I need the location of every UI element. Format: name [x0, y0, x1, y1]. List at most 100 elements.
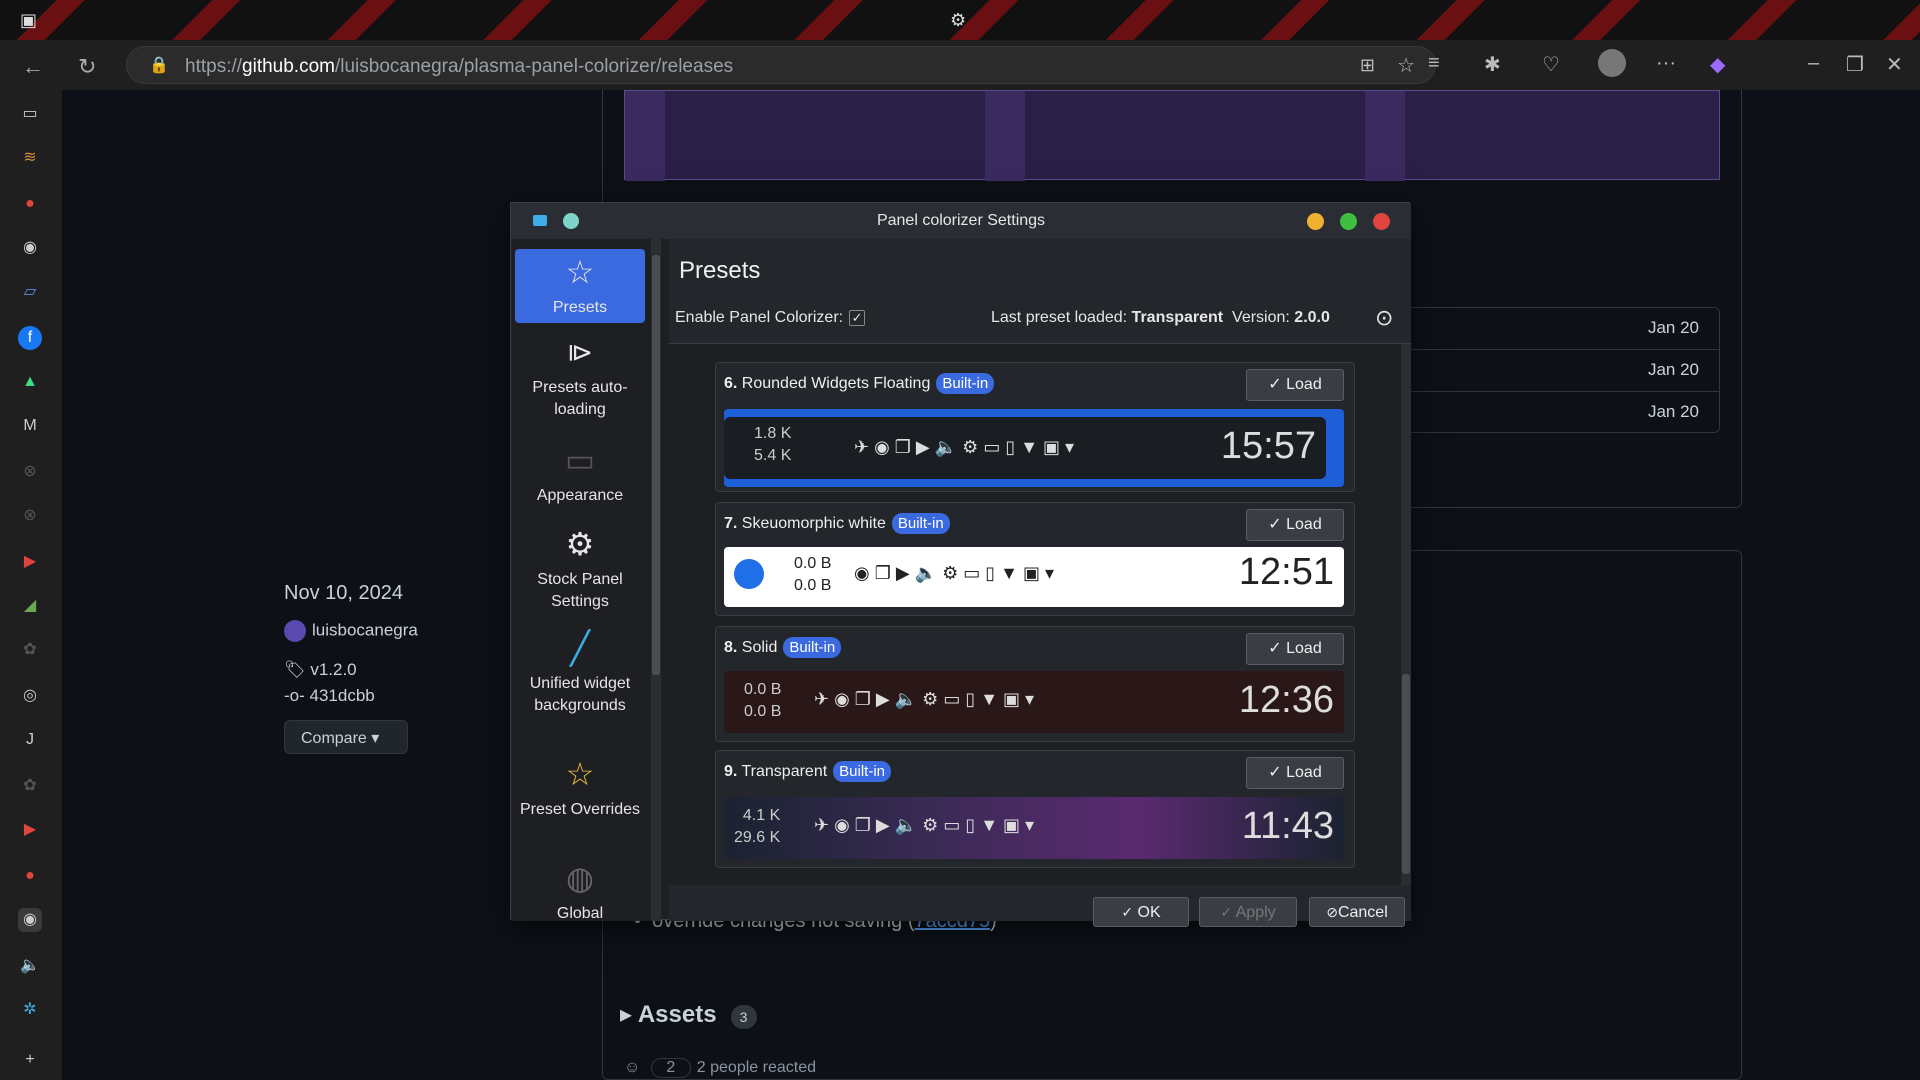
- gear-sidebar-icon-2[interactable]: ✿: [18, 774, 42, 798]
- check-icon: ✓: [1220, 904, 1233, 920]
- sidebar-scrollbar[interactable]: [651, 239, 661, 921]
- extensions-icon[interactable]: ✱: [1484, 52, 1501, 77]
- reddit-icon-2[interactable]: ●: [18, 864, 42, 888]
- j-icon[interactable]: J: [18, 728, 42, 752]
- youtube-icon-2[interactable]: ▶: [18, 818, 42, 842]
- settings-gear-icon[interactable]: ⚙: [950, 10, 966, 31]
- browser-sidebar: ▭ ≋ ● ◉ ▱ f ▲ M ⊗ ⊗ ▶ ◢ ✿ ◎ J ✿ ▶ ● ◉ 🔈 …: [0, 90, 62, 1080]
- close-window-icon[interactable]: ✕: [1886, 52, 1903, 77]
- load-button[interactable]: ✓ Load: [1246, 369, 1344, 401]
- load-button[interactable]: ✓ Load: [1246, 633, 1344, 665]
- reaction-pill[interactable]: 2: [650, 1058, 691, 1078]
- profile-avatar[interactable]: [1598, 49, 1626, 77]
- lock-icon: 🔒: [149, 57, 169, 74]
- cancel-button[interactable]: ⊘Cancel: [1309, 897, 1405, 927]
- release-author[interactable]: luisbocanegra: [284, 620, 418, 642]
- medium-icon[interactable]: M: [18, 414, 42, 438]
- appearance-icon: ▭: [564, 442, 596, 478]
- nav-presets-autoloading[interactable]: ⧐ Presets auto-loading: [515, 333, 645, 421]
- nav-stock-panel-settings[interactable]: ⚙ Stock Panel Settings: [515, 525, 645, 613]
- kde-icon[interactable]: ✲: [18, 998, 42, 1022]
- brush-icon: ╱: [570, 630, 590, 666]
- circle-icon[interactable]: ◎: [18, 684, 42, 708]
- stack-icon[interactable]: ≋: [18, 146, 42, 170]
- preset-card: 9. Transparent Built-in ✓ Load 4.1 K 29.6 …: [715, 750, 1355, 868]
- nav-presets[interactable]: ☆ Presets: [515, 249, 645, 323]
- dialog-title: Panel colorizer Settings: [876, 212, 1046, 229]
- flag-icon[interactable]: ▱: [18, 280, 42, 304]
- cancel-icon: ⊘: [1326, 904, 1338, 920]
- app-icon: [533, 215, 547, 226]
- minimize-window-icon[interactable]: –: [1808, 52, 1819, 75]
- speaker-icon[interactable]: 🔈: [18, 954, 42, 978]
- asset-date-list: Jan 20 Jan 20 Jan 20: [1378, 307, 1720, 433]
- load-button[interactable]: ✓ Load: [1246, 757, 1344, 789]
- reactions: ☺ 22 people reacted: [624, 1058, 816, 1078]
- heart-icon[interactable]: ♡: [1542, 52, 1560, 77]
- github-active-icon[interactable]: ◉: [18, 908, 42, 932]
- nav-appearance[interactable]: ▭ Appearance: [515, 441, 645, 507]
- last-preset-info: Last preset loaded: Transparent Version:…: [991, 309, 1330, 326]
- presets-scrollbar[interactable]: [1401, 344, 1411, 885]
- android-icon[interactable]: ▲: [18, 370, 42, 394]
- x-circle-icon-2[interactable]: ⊗: [18, 504, 42, 528]
- youtube-icon[interactable]: ▶: [18, 550, 42, 574]
- add-icon[interactable]: +: [18, 1048, 42, 1072]
- dialog-titlebar[interactable]: Panel colorizer Settings: [511, 203, 1411, 239]
- leaf-icon[interactable]: ◢: [18, 594, 42, 618]
- dialog-sidebar: ☆ Presets ⧐ Presets auto-loading ▭ Appearan…: [511, 239, 661, 922]
- maximize-button[interactable]: [1340, 213, 1357, 230]
- back-icon[interactable]: ←: [22, 54, 44, 80]
- release-commit[interactable]: -o- 431dcbb: [284, 686, 375, 706]
- page-title: Presets: [679, 257, 761, 284]
- release-tag[interactable]: 🏷 v1.2.0: [284, 660, 357, 680]
- grid-icon[interactable]: ⊞: [1360, 55, 1375, 76]
- builtin-badge: Built-in: [936, 373, 995, 394]
- nav-preset-overrides[interactable]: ☆ Preset Overrides: [515, 755, 645, 821]
- gear-sidebar-icon[interactable]: ✿: [18, 638, 42, 662]
- apply-button[interactable]: ✓ Apply: [1199, 897, 1297, 927]
- enable-checkbox[interactable]: ✓: [849, 309, 866, 326]
- gear-icon: ⚙: [565, 526, 595, 562]
- github-icon[interactable]: ◉: [18, 236, 42, 260]
- address-bar[interactable]: 🔒 https://github.com/luisbocanegra/plasm…: [126, 46, 1436, 84]
- commit-icon: -o-: [284, 686, 305, 705]
- restore-window-icon[interactable]: ❐: [1846, 52, 1864, 77]
- favorite-star-icon[interactable]: ☆: [1397, 53, 1415, 78]
- more-icon[interactable]: ···: [1656, 52, 1676, 75]
- nav-unified-widget-backgrounds[interactable]: ╱ Unified widget backgrounds: [515, 629, 645, 717]
- date-row: Jan 20: [1379, 350, 1719, 392]
- tab-actions-icon[interactable]: ≡: [1428, 52, 1440, 75]
- builtin-badge: Built-in: [891, 513, 950, 534]
- tray-icons: ✈ ◉ ❐ ▶ 🔈 ⚙ ▭ ▯ ▼ ▣ ▾: [814, 815, 1035, 835]
- tray-icons: ✈ ◉ ❐ ▶ 🔈 ⚙ ▭ ▯ ▼ ▣ ▾: [854, 437, 1075, 457]
- assets-toggle[interactable]: ▸ Assets 3: [620, 1000, 757, 1029]
- check-icon: ✓: [1121, 904, 1134, 920]
- x-circle-icon[interactable]: ⊗: [18, 460, 42, 484]
- builtin-badge: Built-in: [833, 761, 892, 782]
- star-icon: ☆: [565, 254, 595, 290]
- facebook-icon[interactable]: f: [18, 326, 42, 350]
- compare-button[interactable]: Compare ▾: [284, 720, 408, 754]
- reload-icon[interactable]: ↻: [78, 54, 96, 80]
- menu-icon[interactable]: ⊙: [1375, 305, 1393, 331]
- load-button[interactable]: ✓ Load: [1246, 509, 1344, 541]
- copilot-icon[interactable]: ◆: [1710, 52, 1725, 77]
- presets-list: 6. Rounded Widgets Floating Built-in ✓ Lo…: [669, 343, 1411, 885]
- builtin-badge: Built-in: [783, 637, 842, 658]
- date-row: Jan 20: [1647, 402, 1699, 421]
- files-icon[interactable]: ▣: [20, 10, 37, 31]
- assets-count: 3: [730, 1005, 757, 1029]
- browser-toolbar: ← ↻ 🔒 https://github.com/luisbocanegra/p…: [0, 40, 1920, 90]
- ok-button[interactable]: ✓ OK: [1093, 897, 1189, 927]
- star-pen-icon: ☆: [565, 756, 595, 792]
- play-icon: ⧐: [567, 337, 593, 367]
- reddit-icon[interactable]: ●: [18, 192, 42, 216]
- url-text: https://github.com/luisbocanegra/plasma-…: [185, 56, 734, 77]
- minimize-button[interactable]: [1307, 213, 1324, 230]
- close-button[interactable]: [1373, 213, 1390, 230]
- tabs-icon[interactable]: ▭: [18, 102, 42, 126]
- globe-icon: ◍: [566, 860, 594, 896]
- pin-icon[interactable]: [563, 213, 579, 229]
- nav-global[interactable]: ◍ Global: [515, 859, 645, 925]
